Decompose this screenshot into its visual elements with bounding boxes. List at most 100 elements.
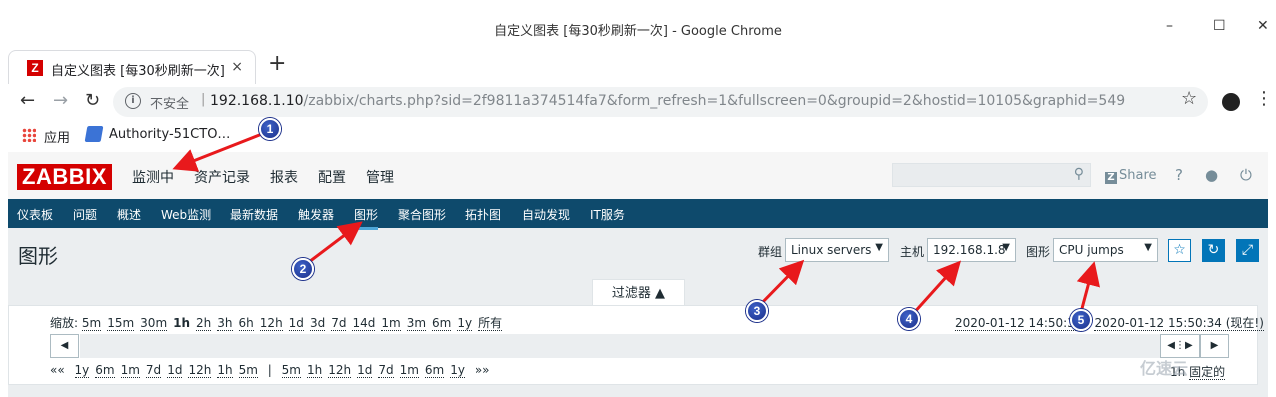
range-to[interactable]: 2020-01-12 15:50:34 (现在!) bbox=[1094, 316, 1264, 331]
logout-icon[interactable]: ⏻ bbox=[1240, 166, 1252, 184]
group-label: 群组 bbox=[758, 245, 783, 259]
zoom-link[interactable]: 15m bbox=[107, 316, 135, 331]
share-link[interactable]: Z Share bbox=[1105, 168, 1157, 184]
menu-administration[interactable]: 管理 bbox=[366, 167, 394, 187]
close-window-button[interactable]: ✕ bbox=[1257, 18, 1269, 34]
host-select-value: 192.168.1.8 bbox=[933, 243, 1006, 257]
url-path: /zabbix/charts.php?sid=2f9811a374514fa7&… bbox=[303, 93, 1126, 109]
menu-inventory[interactable]: 资产记录 bbox=[194, 167, 250, 187]
bookmark-authority[interactable]: Authority-51CTO… bbox=[109, 127, 230, 142]
bookmark-apps[interactable]: 应用 bbox=[44, 127, 70, 146]
zoom-link[interactable]: 所有 bbox=[478, 316, 503, 331]
period-back-link[interactable]: 12h bbox=[188, 363, 212, 378]
period-forward-button[interactable]: ▶ bbox=[1200, 334, 1229, 358]
group-select[interactable]: Linux servers ▼ bbox=[785, 238, 889, 262]
window-title: 自定义图表 [每30秒刷新一次] - Google Chrome bbox=[494, 24, 782, 39]
subnav-triggers[interactable]: 触发器 bbox=[298, 206, 334, 223]
security-label: 不安全 bbox=[150, 97, 190, 112]
period-fastforward-link[interactable]: »» bbox=[475, 363, 490, 377]
period-forward-link[interactable]: 12h bbox=[328, 363, 352, 378]
period-back-button[interactable]: ◀ bbox=[50, 334, 79, 358]
period-back-link[interactable]: 1y bbox=[74, 363, 90, 378]
apps-grid-icon[interactable] bbox=[22, 128, 36, 142]
menu-configuration[interactable]: 配置 bbox=[318, 167, 346, 187]
bookmark-star-icon[interactable]: ☆ bbox=[1181, 88, 1197, 109]
forward-arrow-icon[interactable]: → bbox=[53, 90, 68, 111]
subnav-discovery[interactable]: 自动发现 bbox=[522, 206, 570, 223]
subnav-web[interactable]: Web监测 bbox=[161, 206, 211, 223]
subnav-it-services[interactable]: IT服务 bbox=[590, 206, 625, 223]
minimize-button[interactable]: – bbox=[1166, 18, 1173, 34]
period-forward-link[interactable]: 1h bbox=[306, 363, 323, 378]
subnav-latest-data[interactable]: 最新数据 bbox=[230, 206, 278, 223]
zoom-link[interactable]: 30m bbox=[140, 316, 168, 331]
tab-strip: Z 自定义图表 [每30秒刷新一次] × + bbox=[0, 44, 1276, 84]
period-back-link[interactable]: 1h bbox=[217, 363, 233, 378]
zoom-link[interactable]: 7d bbox=[331, 316, 347, 331]
back-arrow-icon[interactable]: ← bbox=[20, 90, 35, 111]
zoom-link[interactable]: 3h bbox=[217, 316, 233, 331]
info-icon[interactable]: i bbox=[125, 93, 141, 109]
chevron-down-icon: ▼ bbox=[875, 242, 883, 253]
tab-close-icon[interactable]: × bbox=[231, 59, 243, 75]
search-input[interactable]: ⚲ bbox=[892, 163, 1091, 187]
graph-select[interactable]: CPU jumps ▼ bbox=[1053, 238, 1158, 262]
refresh-button[interactable]: ↻ bbox=[1202, 239, 1225, 262]
help-icon[interactable]: ? bbox=[1175, 166, 1183, 184]
maximize-button[interactable]: ☐ bbox=[1213, 18, 1226, 34]
menu-reports[interactable]: 报表 bbox=[270, 167, 298, 187]
subnav-graphs[interactable]: 图形 bbox=[354, 206, 379, 230]
zoom-link[interactable]: 1d bbox=[288, 316, 304, 331]
zabbix-logo[interactable]: ZABBIX bbox=[17, 164, 112, 190]
subnav-maps[interactable]: 拓扑图 bbox=[465, 206, 501, 223]
zoom-link[interactable]: 6m bbox=[432, 316, 452, 331]
browser-tab[interactable]: Z 自定义图表 [每30秒刷新一次] × bbox=[8, 50, 256, 84]
address-bar[interactable]: i 不安全 | 192.168.1.10/zabbix/charts.php?s… bbox=[113, 87, 1208, 117]
period-back-link[interactable]: 7d bbox=[145, 363, 162, 378]
period-back-link[interactable]: 1d bbox=[167, 363, 183, 378]
url-text[interactable]: 192.168.1.10/zabbix/charts.php?sid=2f981… bbox=[210, 93, 1125, 109]
graph-select-value: CPU jumps bbox=[1059, 243, 1124, 257]
search-icon[interactable]: ⚲ bbox=[1074, 166, 1084, 182]
zoom-link[interactable]: 2h bbox=[196, 316, 212, 331]
period-back-link[interactable]: 6m bbox=[95, 363, 115, 378]
zoom-link[interactable]: 3m bbox=[406, 316, 427, 331]
period-forward-link[interactable]: 1m bbox=[399, 363, 419, 378]
period-back-link[interactable]: 1m bbox=[120, 363, 140, 378]
period-forward-link[interactable]: 1y bbox=[450, 363, 465, 378]
chrome-menu-icon[interactable]: ⋮ bbox=[1255, 90, 1273, 108]
new-tab-button[interactable]: + bbox=[268, 53, 286, 75]
fullscreen-button[interactable]: ⤢ bbox=[1236, 239, 1259, 262]
date-range[interactable]: 2020-01-12 14:50:34 - 2020-01-12 15:50:3… bbox=[955, 314, 1264, 331]
period-forward-link[interactable]: 6m bbox=[424, 363, 445, 378]
subnav-overview[interactable]: 概述 bbox=[117, 206, 141, 223]
reload-icon[interactable]: ↻ bbox=[85, 90, 100, 111]
subnav-dashboard[interactable]: 仪表板 bbox=[17, 206, 53, 223]
timeline-scrollbar[interactable] bbox=[80, 334, 1160, 358]
zoom-link[interactable]: 1m bbox=[381, 316, 401, 331]
period-forward-link[interactable]: 5m bbox=[281, 363, 301, 378]
user-profile-icon[interactable]: ● bbox=[1205, 166, 1218, 184]
zoom-link[interactable]: 5m bbox=[81, 316, 102, 331]
period-rewind-link[interactable]: «« bbox=[50, 363, 65, 377]
host-select[interactable]: 192.168.1.8 ▼ bbox=[927, 238, 1016, 262]
zoom-link[interactable]: 6h bbox=[238, 316, 254, 331]
zoom-link[interactable]: 1h bbox=[173, 316, 190, 330]
subnav-screens[interactable]: 聚合图形 bbox=[398, 206, 446, 223]
zoom-link[interactable]: 3d bbox=[309, 316, 326, 331]
menu-monitoring[interactable]: 监测中 bbox=[132, 167, 174, 187]
period-forward-link[interactable]: 7d bbox=[378, 363, 394, 378]
subnav-problems[interactable]: 问题 bbox=[73, 206, 97, 223]
zoom-link[interactable]: 12h bbox=[259, 316, 283, 331]
period-forward-link[interactable]: 1d bbox=[357, 363, 373, 378]
zoom-link[interactable]: 14d bbox=[352, 316, 376, 331]
zoom-link[interactable]: 1y bbox=[457, 316, 473, 331]
filter-toggle-tab[interactable]: 过滤器 ▲ bbox=[592, 279, 685, 306]
bookmarks-bar: 应用 Authority-51CTO… bbox=[0, 120, 1276, 150]
period-fixed-link[interactable]: 固定的 bbox=[1189, 365, 1226, 380]
favourite-star-button[interactable]: ☆ bbox=[1168, 239, 1191, 262]
account-icon[interactable] bbox=[1222, 93, 1240, 111]
tab-title: 自定义图表 [每30秒刷新一次] bbox=[51, 64, 225, 79]
range-from[interactable]: 2020-01-12 14:50:34 bbox=[955, 316, 1083, 331]
period-back-link[interactable]: 5m bbox=[238, 363, 258, 378]
